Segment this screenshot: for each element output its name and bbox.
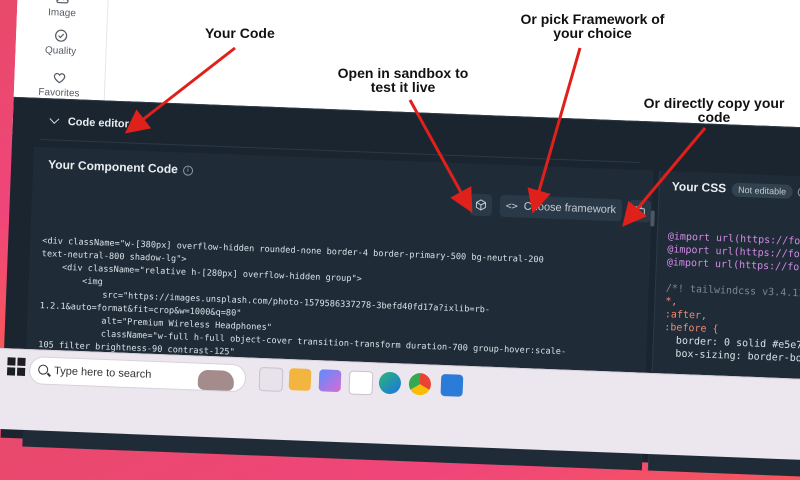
annotation-sandbox: Open in sandbox to test it live	[337, 65, 469, 95]
annotation-copy: Or directly copy your code	[643, 95, 785, 125]
annotation-arrows	[124, 46, 707, 227]
arrow-copy	[622, 127, 707, 227]
arrow-your-code	[124, 46, 236, 134]
arrow-framework	[527, 47, 582, 214]
annotation-your-code: Your Code	[205, 25, 275, 41]
arrow-sandbox	[408, 99, 473, 213]
annotation-framework: Or pick Framework of your choice	[520, 11, 665, 41]
